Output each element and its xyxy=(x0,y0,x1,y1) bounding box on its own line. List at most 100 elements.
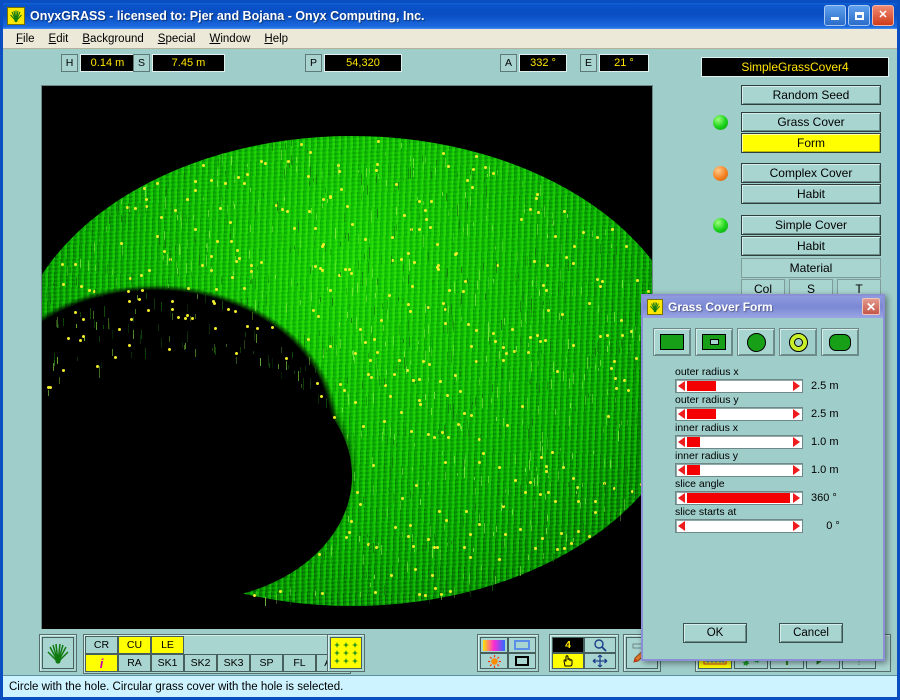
slider-track[interactable] xyxy=(675,407,803,421)
status-text: Circle with the hole. Circular grass cov… xyxy=(9,681,343,693)
shape-rectangle-with-hole-button[interactable] xyxy=(695,328,733,356)
readout-azimuth-key: A xyxy=(500,54,517,72)
close-button[interactable]: ✕ xyxy=(872,5,894,26)
led-complex-cover xyxy=(713,166,728,181)
slider-left-arrow-icon[interactable] xyxy=(678,381,685,391)
flower-pattern-icon[interactable] xyxy=(330,637,362,669)
menu-item-edit[interactable]: Edit xyxy=(42,31,76,47)
slider-left-arrow-icon[interactable] xyxy=(678,465,685,475)
slider-track[interactable] xyxy=(675,379,803,393)
dialog-close-icon[interactable]: ✕ xyxy=(862,298,880,315)
readout-azimuth-value[interactable]: 332 ° xyxy=(519,54,567,72)
grass-plant-icon[interactable] xyxy=(42,637,74,669)
black-square-icon[interactable] xyxy=(508,653,536,669)
slider-right-arrow-icon[interactable] xyxy=(793,493,800,503)
window-title: OnyxGRASS - licensed to: Pjer and Bojana… xyxy=(30,9,425,23)
feature-row-bottom: i RA SK1 SK2 SK3 SP FL AW xyxy=(85,654,349,672)
status-bar: Circle with the hole. Circular grass cov… xyxy=(3,675,897,697)
menu-item-background[interactable]: Background xyxy=(75,31,150,47)
feature-toggle-grid: CR CU LE i RA SK1 SK2 SK3 SP FL AW xyxy=(83,634,351,674)
menu-item-help[interactable]: Help xyxy=(257,31,295,47)
complex-cover-habit-button[interactable]: Habit xyxy=(741,184,881,204)
readout-size-value[interactable]: 7.45 m xyxy=(152,54,225,72)
slider-right-arrow-icon[interactable] xyxy=(793,521,800,531)
slider-track[interactable] xyxy=(675,463,803,477)
menu-item-window[interactable]: Window xyxy=(203,31,258,47)
zoom-icon[interactable] xyxy=(584,637,616,653)
readout-elevation-value[interactable]: 21 ° xyxy=(599,54,649,72)
slider-value: 1.0 m xyxy=(811,436,855,448)
slider-label: outer radius y xyxy=(675,394,887,407)
toggle-fl[interactable]: FL xyxy=(283,654,316,672)
menu-item-file[interactable]: FFileile xyxy=(9,31,42,47)
slider-outer-radius-y: outer radius y 2.5 m xyxy=(675,394,887,421)
slider-outer-radius-x: outer radius x 2.5 m xyxy=(675,366,887,393)
maximize-button[interactable] xyxy=(848,5,870,26)
frame-icon[interactable] xyxy=(508,637,536,653)
slider-track[interactable] xyxy=(675,491,803,505)
slider-left-arrow-icon[interactable] xyxy=(678,521,685,531)
complex-cover-button[interactable]: Complex Cover xyxy=(741,163,881,183)
minimize-button[interactable] xyxy=(824,5,846,26)
toggle-cu[interactable]: CU xyxy=(118,636,151,654)
menu-item-special[interactable]: Special xyxy=(151,31,203,47)
shape-circle-button[interactable] xyxy=(737,328,775,356)
slider-track[interactable] xyxy=(675,519,803,533)
slider-right-arrow-icon[interactable] xyxy=(793,465,800,475)
view-count-display[interactable]: 4 xyxy=(552,637,584,653)
hand-pan-icon[interactable] xyxy=(552,653,584,669)
object-name-display: SimpleGrassCover4 xyxy=(701,57,889,77)
resize-arrows-icon[interactable] xyxy=(584,653,616,669)
ok-button[interactable]: OK xyxy=(683,623,747,643)
slider-left-arrow-icon[interactable] xyxy=(678,493,685,503)
toggle-info[interactable]: i xyxy=(85,654,118,672)
slider-label: slice starts at xyxy=(675,506,887,519)
color-gradient-icon[interactable] xyxy=(480,637,508,653)
dialog-title-bar: Grass Cover Form ✕ xyxy=(643,296,883,318)
slider-right-arrow-icon[interactable] xyxy=(793,437,800,447)
readout-height-value[interactable]: 0.14 m xyxy=(80,54,135,72)
render-viewport[interactable] xyxy=(41,85,653,667)
grass-cover-form-button[interactable]: Form xyxy=(741,133,881,153)
material-button[interactable]: Material xyxy=(741,258,881,278)
toggle-sk3[interactable]: SK3 xyxy=(217,654,250,672)
readout-polygons-key: P xyxy=(305,54,322,72)
readout-size-key: S xyxy=(133,54,150,72)
toggle-cr[interactable]: CR xyxy=(85,636,118,654)
cancel-button[interactable]: Cancel xyxy=(779,623,843,643)
dialog-buttons: OK Cancel xyxy=(643,623,883,643)
toggle-sk1[interactable]: SK1 xyxy=(151,654,184,672)
slider-right-arrow-icon[interactable] xyxy=(793,409,800,419)
shape-rounded-button[interactable] xyxy=(821,328,859,356)
simple-cover-habit-button[interactable]: Habit xyxy=(741,236,881,256)
grass-plant-icon xyxy=(647,299,663,315)
slider-slice-starts-at: slice starts at 0 ° xyxy=(675,506,887,533)
slider-slice-angle: slice angle 360 ° xyxy=(675,478,887,505)
slider-fill xyxy=(687,381,716,391)
shape-rectangle-button[interactable] xyxy=(653,328,691,356)
readout-size: S 7.45 m xyxy=(133,54,225,72)
shape-circle-with-hole-button[interactable] xyxy=(779,328,817,356)
readout-height: H 0.14 m xyxy=(61,54,135,72)
plant-preview-group xyxy=(39,634,77,672)
slider-track[interactable] xyxy=(675,435,803,449)
random-seed-button[interactable]: Random Seed xyxy=(741,85,881,105)
readout-polygons-value[interactable]: 54,320 xyxy=(324,54,402,72)
toggle-sp[interactable]: SP xyxy=(250,654,283,672)
toggle-sk2[interactable]: SK2 xyxy=(184,654,217,672)
grass-cover-form-dialog: Grass Cover Form ✕ xyxy=(641,294,885,661)
slider-fill xyxy=(687,409,716,419)
toggle-ra[interactable]: RA xyxy=(118,654,151,672)
dialog-title: Grass Cover Form xyxy=(668,300,773,314)
slider-left-arrow-icon[interactable] xyxy=(678,437,685,447)
slider-left-arrow-icon[interactable] xyxy=(678,409,685,419)
slider-right-arrow-icon[interactable] xyxy=(793,381,800,391)
slider-label: outer radius x xyxy=(675,366,887,379)
toggle-le[interactable]: LE xyxy=(151,636,184,654)
readout-azimuth: A 332 ° xyxy=(500,54,567,72)
grass-cover-button[interactable]: Grass Cover xyxy=(741,112,881,132)
sun-icon[interactable] xyxy=(480,653,508,669)
slider-fill xyxy=(687,493,790,503)
led-grass-cover xyxy=(713,115,728,130)
simple-cover-button[interactable]: Simple Cover xyxy=(741,215,881,235)
